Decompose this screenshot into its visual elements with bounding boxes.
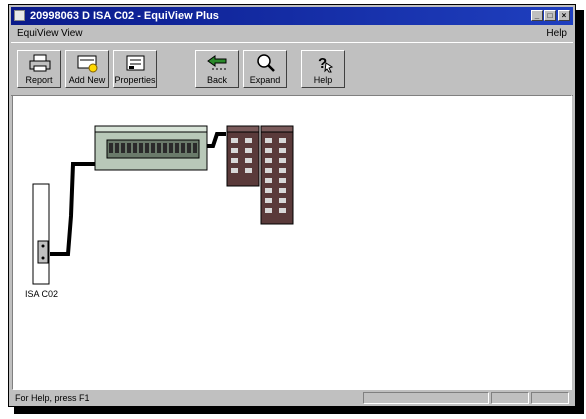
magnifier-icon <box>257 54 275 72</box>
back-label: Back <box>206 75 227 85</box>
menu-help[interactable]: Help <box>546 26 567 41</box>
add-new-icon <box>77 55 98 73</box>
help-icon: ? <box>318 55 334 73</box>
menu-equiview[interactable]: EquiView <box>17 26 59 41</box>
app-window: 20998063 D ISA C02 - EquiView Plus _ □ ×… <box>8 4 576 407</box>
help-label: Help <box>313 75 333 85</box>
expand-label: Expand <box>249 75 281 85</box>
isa-card[interactable] <box>32 183 50 285</box>
status-panel-2 <box>491 392 529 404</box>
properties-icon <box>126 55 145 71</box>
cable-hub-to-module <box>206 132 226 148</box>
add-new-button[interactable]: Add New <box>65 50 109 88</box>
close-button[interactable]: × <box>558 10 570 21</box>
minimize-button[interactable]: _ <box>531 10 543 21</box>
status-panel-1 <box>363 392 489 404</box>
hub-ports <box>109 143 197 153</box>
printer-icon <box>29 54 51 72</box>
report-button[interactable]: Report <box>17 50 61 88</box>
expand-button[interactable]: Expand <box>243 50 287 88</box>
network-diagram <box>32 125 294 285</box>
isa-card-label: ISA C02 <box>25 289 59 299</box>
status-panel-3 <box>531 392 569 404</box>
cable-card-to-hub <box>50 162 95 256</box>
status-bar: For Help, press F1 <box>11 391 573 405</box>
window-title: 20998063 D ISA C02 - EquiView Plus <box>30 10 219 22</box>
menu-bar: EquiView View Help <box>11 26 573 41</box>
menu-view[interactable]: View <box>61 26 83 41</box>
back-button[interactable]: Back <box>195 50 239 88</box>
maximize-button[interactable]: □ <box>544 10 556 21</box>
properties-label: Properties <box>114 75 156 85</box>
properties-button[interactable]: Properties <box>113 50 157 88</box>
app-icon[interactable] <box>14 10 25 21</box>
report-label: Report <box>25 75 53 85</box>
title-bar[interactable]: 20998063 D ISA C02 - EquiView Plus _ □ × <box>11 7 573 25</box>
back-arrow-icon <box>207 55 227 70</box>
module-1[interactable] <box>226 125 260 187</box>
add-new-label: Add New <box>68 75 106 85</box>
diagram-canvas: ISA C02 <box>12 95 572 390</box>
status-text: For Help, press F1 <box>15 393 90 403</box>
module-2[interactable] <box>260 125 294 225</box>
toolbar: Report Add New Properties Back Expand ? … <box>11 42 573 96</box>
help-button[interactable]: ? Help <box>301 50 345 88</box>
